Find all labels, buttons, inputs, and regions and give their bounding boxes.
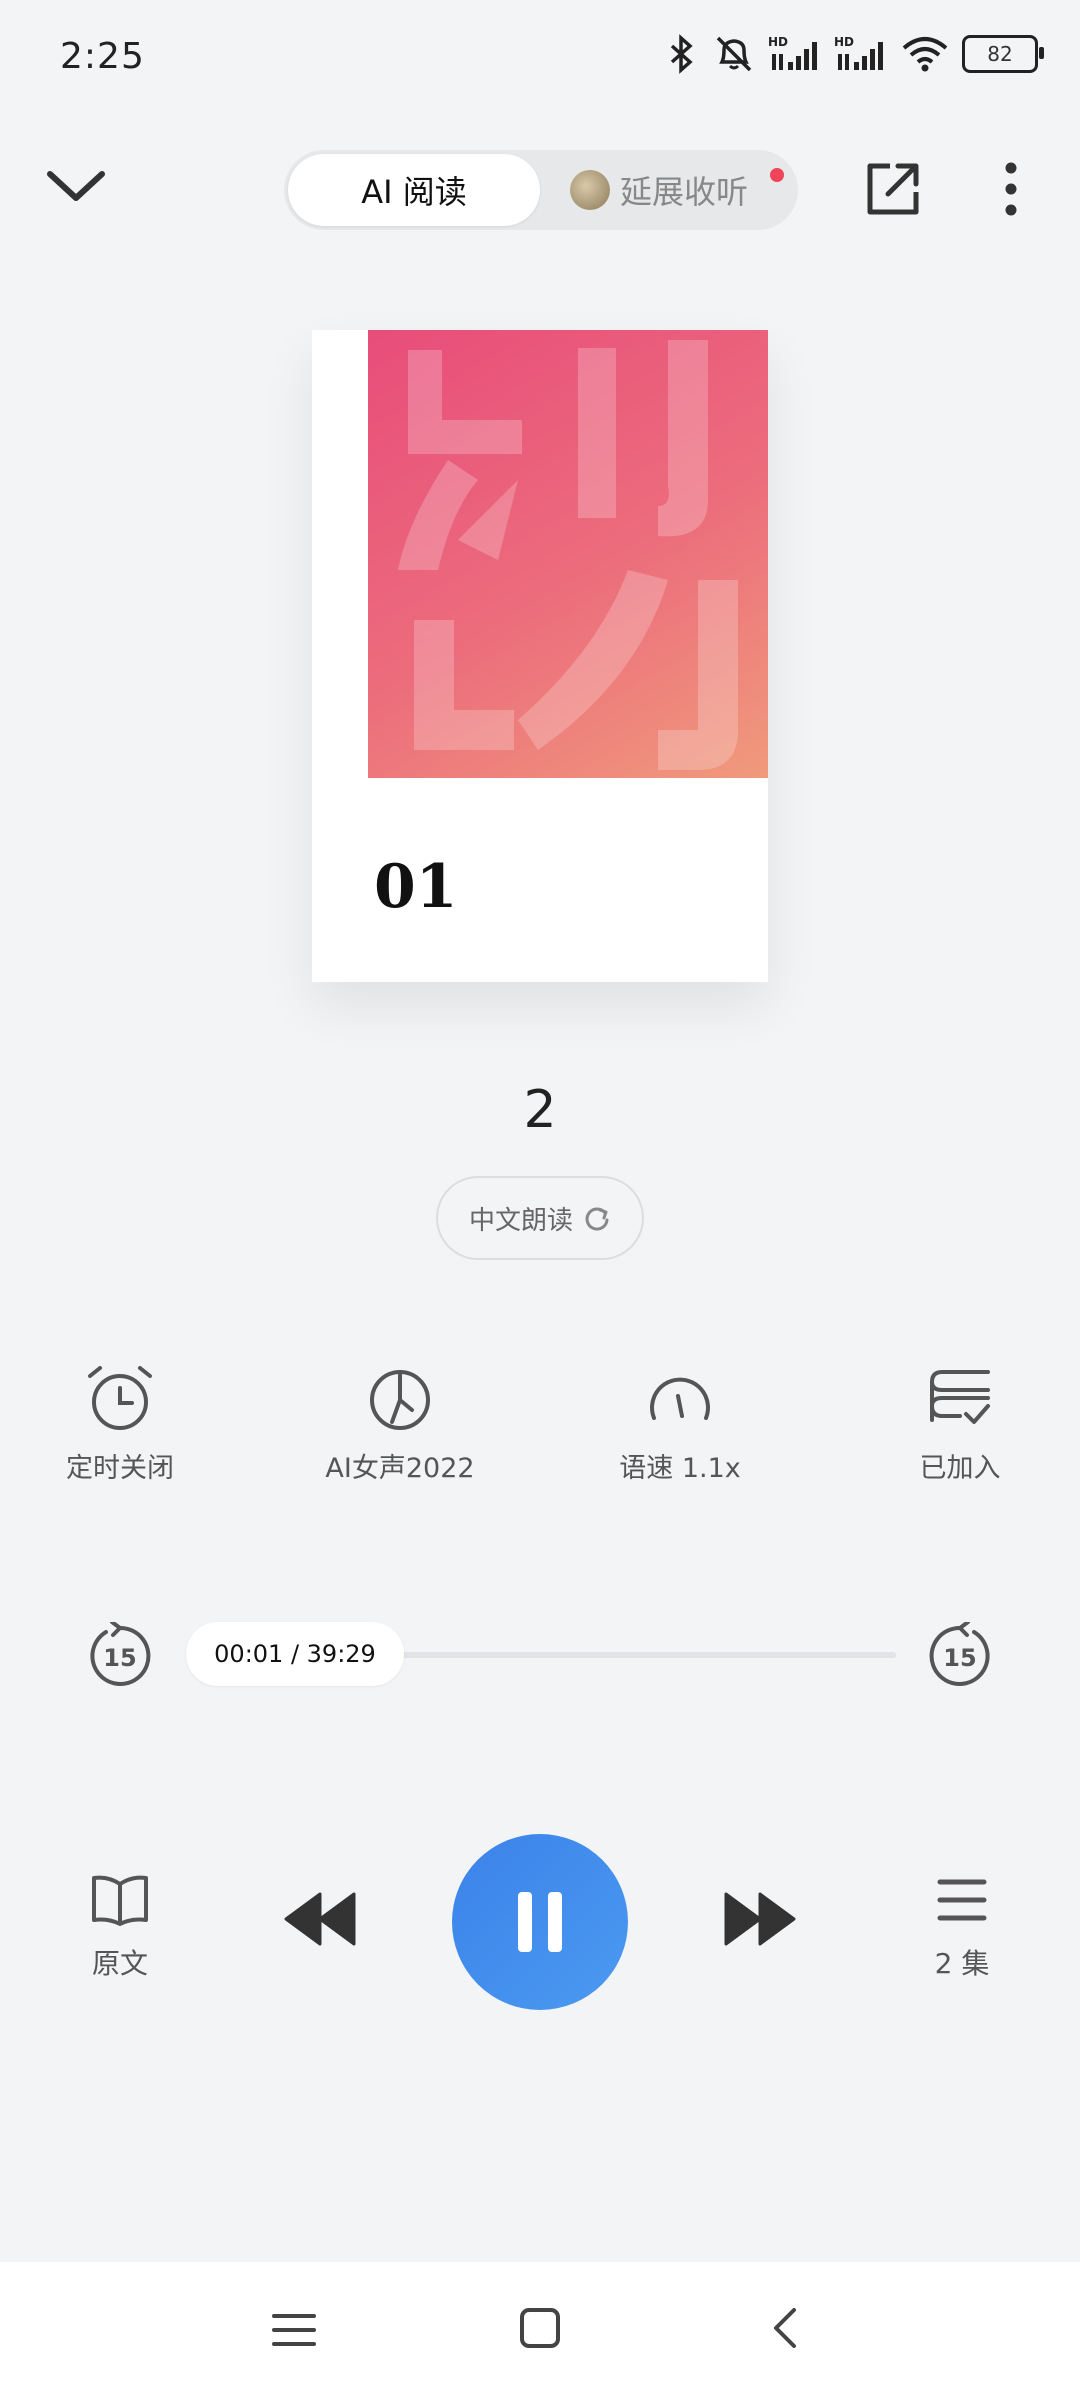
- notification-dot: [770, 168, 784, 182]
- rewind-15-button[interactable]: 15: [86, 1622, 154, 1690]
- language-button[interactable]: 中文朗读: [436, 1176, 644, 1260]
- book-cover: 01: [312, 330, 768, 982]
- skip-seconds: 15: [103, 1644, 136, 1672]
- system-navigation-bar: [0, 2262, 1080, 2403]
- language-label: 中文朗读: [468, 1205, 573, 1236]
- recent-apps-button[interactable]: [272, 2308, 316, 2352]
- list-icon: [937, 1879, 987, 1921]
- svg-text:HD: HD: [768, 35, 788, 49]
- function-label: 已加入: [919, 1453, 1001, 1484]
- next-button[interactable]: [722, 1890, 798, 1948]
- avatar: [570, 170, 610, 210]
- loading-icon: [585, 1207, 609, 1231]
- pause-button[interactable]: [452, 1834, 628, 2010]
- cover-calligraphy: [398, 340, 738, 770]
- tab-extended-listening[interactable]: 延展收听: [570, 154, 748, 226]
- battery-level: 82: [987, 42, 1013, 66]
- share-button[interactable]: [860, 156, 926, 222]
- episodes-label: 2 集: [934, 1947, 990, 1980]
- battery-icon: 82: [962, 35, 1044, 73]
- collapse-button[interactable]: [40, 150, 112, 222]
- forward-15-button[interactable]: 15: [926, 1622, 994, 1690]
- sleep-timer-button[interactable]: 定时关闭: [20, 1360, 220, 1485]
- home-button[interactable]: [518, 2306, 562, 2350]
- speed-button[interactable]: 语速 1.1x: [580, 1360, 780, 1485]
- previous-button[interactable]: [282, 1890, 358, 1948]
- bookshelf-added-icon: [930, 1370, 990, 1424]
- mode-switch: AI 阅读 延展收听: [284, 150, 798, 230]
- signal-icon: HD: [834, 35, 883, 70]
- back-button[interactable]: [764, 2306, 808, 2350]
- bluetooth-icon: [670, 34, 693, 74]
- status-time: 2:25: [60, 36, 145, 77]
- tab-extended-label: 延展收听: [620, 173, 749, 211]
- fast-forward-icon: [724, 1892, 796, 1946]
- original-text-button[interactable]: 原文: [68, 1872, 172, 1982]
- bookshelf-button[interactable]: 已加入: [860, 1360, 1060, 1485]
- function-label: 语速 1.1x: [619, 1453, 741, 1484]
- signal-icon: HD: [768, 35, 817, 70]
- svg-text:HD: HD: [834, 35, 854, 49]
- function-label: AI女声2022: [325, 1453, 475, 1484]
- speed-gauge-icon: [650, 1377, 710, 1420]
- voice-icon: [370, 1370, 430, 1430]
- progress-thumb[interactable]: 00:01 / 39:29: [186, 1622, 404, 1686]
- voice-select-button[interactable]: AI女声2022: [300, 1360, 500, 1485]
- episodes-button[interactable]: 2 集: [910, 1872, 1014, 1982]
- rewind-15-icon: 15: [90, 1622, 151, 1686]
- more-vert-icon: [1005, 162, 1017, 216]
- function-label: 定时关闭: [66, 1453, 174, 1484]
- skip-seconds: 15: [943, 1644, 976, 1672]
- home-square-icon: [520, 2308, 560, 2348]
- rewind-icon: [284, 1892, 356, 1946]
- tab-ai-reading[interactable]: AI 阅读: [288, 154, 540, 226]
- back-chevron-icon: [774, 2308, 796, 2348]
- menu-icon: [272, 2314, 316, 2346]
- chevron-down-icon: [47, 171, 105, 201]
- mute-icon: [716, 36, 752, 72]
- more-button[interactable]: [986, 156, 1036, 222]
- cover-artwork: [368, 330, 768, 778]
- alarm-clock-icon: [88, 1366, 152, 1430]
- track-title: 2: [523, 1080, 557, 1140]
- pause-icon: [518, 1892, 562, 1952]
- share-icon: [867, 163, 919, 215]
- original-text-label: 原文: [91, 1947, 148, 1980]
- status-icons: HD HD 82: [664, 34, 1044, 74]
- book-open-icon: [92, 1875, 148, 1926]
- forward-15-icon: 15: [929, 1622, 990, 1686]
- episode-number: 01: [374, 852, 458, 922]
- wifi-icon: [902, 37, 948, 72]
